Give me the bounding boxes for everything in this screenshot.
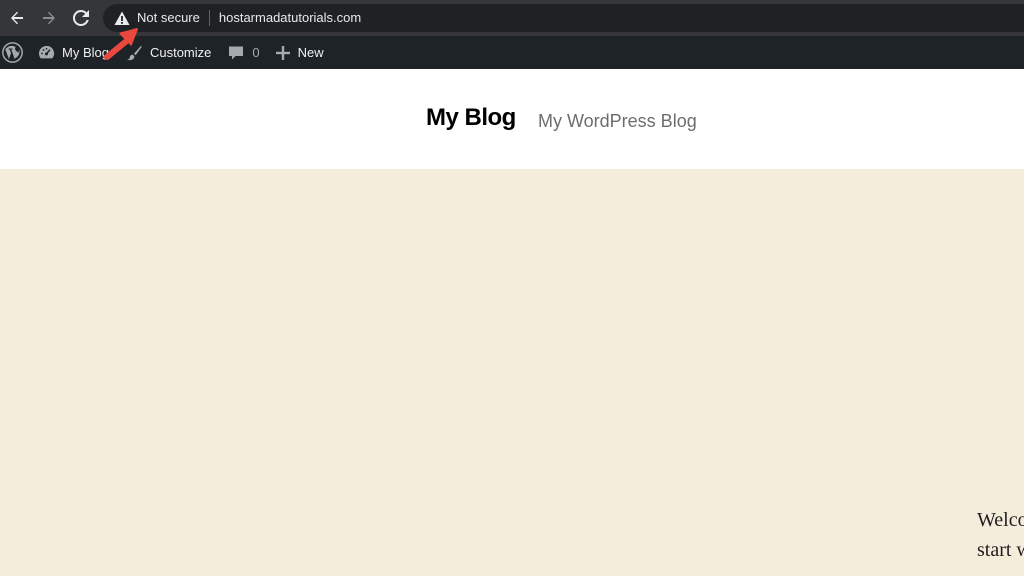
- wordpress-logo-icon: [2, 42, 23, 63]
- security-label: Not secure: [137, 10, 200, 25]
- arrow-right-icon: [43, 11, 55, 25]
- forward-button[interactable]: [33, 0, 65, 36]
- admin-bar-customize[interactable]: Customize: [126, 36, 211, 69]
- site-tagline: My WordPress Blog: [538, 111, 697, 131]
- omnibox-divider: [208, 10, 210, 26]
- site-title[interactable]: My Blog: [426, 103, 516, 133]
- reload-button[interactable]: [65, 0, 97, 36]
- admin-bar-new-label: New: [297, 45, 324, 60]
- paintbrush-icon: [126, 45, 142, 61]
- address-bar[interactable]: Not secure hostarmadatutorials.com: [103, 4, 1024, 32]
- comments-count: 0: [252, 45, 260, 60]
- dashboard-icon: [38, 45, 55, 60]
- url-text[interactable]: hostarmadatutorials.com: [219, 4, 361, 32]
- admin-bar-customize-label: Customize: [149, 45, 212, 60]
- wp-admin-bar: My Blog Customize 0 New: [0, 36, 1024, 69]
- wp-logo-menu[interactable]: [0, 36, 24, 69]
- content-line-2: start w: [977, 539, 1024, 561]
- browser-toolbar: Not secure hostarmadatutorials.com: [0, 0, 1024, 36]
- admin-bar-site-name[interactable]: My Blog: [38, 36, 109, 69]
- plus-icon: [275, 45, 290, 60]
- site-header: My Blog My WordPress Blog: [0, 69, 1024, 169]
- content-area: Welco start w: [0, 169, 1024, 576]
- content-line-1: Welco: [977, 509, 1024, 531]
- post-content-excerpt: Welco start w: [977, 505, 1024, 565]
- warning-icon: [113, 9, 131, 27]
- back-button[interactable]: [1, 0, 33, 36]
- admin-bar-site-label: My Blog: [62, 45, 109, 60]
- security-indicator[interactable]: Not secure: [113, 4, 200, 32]
- arrow-left-icon: [11, 11, 23, 25]
- comment-icon: [228, 45, 244, 61]
- reload-icon: [73, 10, 89, 26]
- admin-bar-comments[interactable]: 0: [228, 36, 260, 69]
- admin-bar-new-content[interactable]: New: [275, 36, 324, 69]
